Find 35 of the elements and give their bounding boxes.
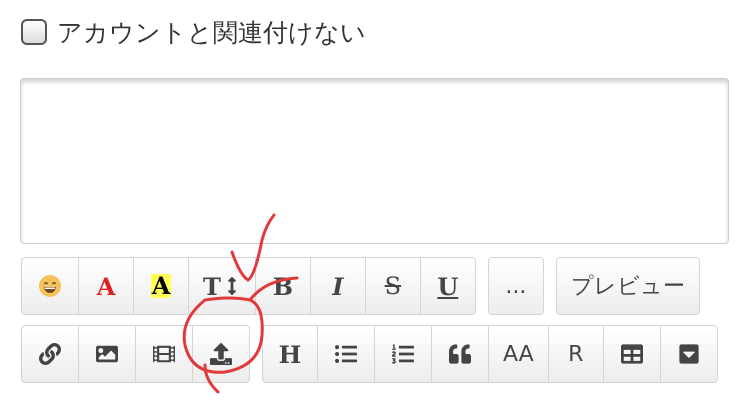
heading-button[interactable]: H [262,325,318,383]
numbered-list-icon [392,343,414,365]
toolbar-button[interactable] [374,325,432,383]
highlight-label: A [150,274,172,298]
toolbar-button[interactable] [602,325,661,383]
toolbar-button[interactable]: ... [488,257,544,315]
toolbar-button[interactable] [431,325,489,383]
strikethrough-button[interactable]: S [364,257,421,315]
toolbar-button[interactable] [317,325,375,383]
toolbar-button[interactable] [78,325,136,383]
font-color-button[interactable]: A [78,257,134,315]
underline-button[interactable]: U [420,257,476,315]
dropdown-icon [678,343,700,365]
checkbox-label: アカウントと関連付けない [57,16,366,48]
font-size-label: T [203,272,221,300]
smiley-icon [38,274,62,298]
italic-button[interactable]: I [310,257,366,315]
quote-icon [449,343,471,365]
highlight-button[interactable]: A [133,257,189,315]
font-size-button[interactable]: T [188,257,256,315]
toolbar-button[interactable] [21,325,79,383]
link-icon [39,343,61,365]
checkbox[interactable] [21,19,47,45]
toolbar-button[interactable] [660,325,718,383]
table-icon [620,343,643,365]
image-icon [96,343,118,365]
toolbar-button[interactable] [135,325,193,383]
toolbar-button[interactable] [192,325,250,383]
toolbar-button[interactable]: AA [488,325,549,383]
bulleted-list-icon [335,343,357,365]
toolbar-button[interactable]: R [548,325,604,383]
hand-drawn-check-mark [230,214,276,282]
toolbar-button[interactable]: プレビュー [556,257,700,315]
upload-icon [210,343,232,365]
film-icon [153,343,175,365]
